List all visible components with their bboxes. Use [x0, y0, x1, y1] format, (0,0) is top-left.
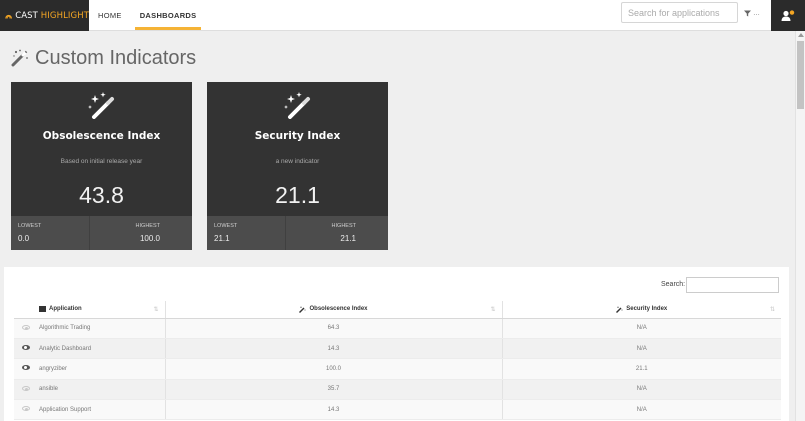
highest-value: 21.1	[340, 234, 356, 243]
indicators-table-panel: Search: Application ⇅ Obsolescence Index	[4, 267, 789, 421]
eye-cell[interactable]	[14, 338, 37, 360]
table-header-row: Application ⇅ Obsolescence Index ⇅ Secur…	[14, 301, 781, 319]
indicators-table: Application ⇅ Obsolescence Index ⇅ Secur…	[14, 301, 781, 421]
table-row[interactable]: angryziber 100.0 21.1	[14, 358, 781, 380]
sort-alpha-icon[interactable]: ⇅	[153, 306, 158, 313]
table-search-input[interactable]	[687, 282, 778, 297]
card-lowest: LOWEST 0.0	[11, 216, 90, 250]
table-row[interactable]: Analytic Dashboard 14.3 N/A	[14, 338, 781, 360]
magic-wand-icon	[283, 92, 310, 119]
card-value: 21.1	[275, 182, 320, 208]
header-security[interactable]: Security Index ⇅	[502, 301, 781, 319]
top-bar: CAST HIGHLIGHT HOME DASHBOARDS …	[0, 0, 805, 31]
application-cell[interactable]: Application Support	[37, 399, 166, 421]
user-icon	[781, 9, 795, 21]
card-subtitle: a new indicator	[275, 158, 320, 165]
filter-icon	[744, 10, 751, 16]
security-cell: N/A	[502, 399, 781, 421]
brand-logo[interactable]: CAST HIGHLIGHT	[0, 0, 89, 31]
header-security-label: Security Index	[626, 306, 668, 313]
security-cell: N/A	[502, 338, 781, 360]
highest-label: HIGHEST	[135, 223, 160, 229]
lowest-value: 21.1	[214, 234, 230, 243]
card-value: 43.8	[79, 182, 124, 208]
magic-wand-icon	[299, 306, 306, 313]
obsolescence-cell: 14.3	[165, 399, 503, 421]
obsolescence-cell: 14.3	[165, 338, 503, 360]
cast-logo-icon	[5, 14, 12, 19]
obsolescence-cell: 100.0	[165, 358, 503, 380]
card-footer: LOWEST 0.0 HIGHEST 100.0	[11, 216, 192, 250]
card-highest: HIGHEST 21.1	[286, 216, 389, 250]
nav-dashboards[interactable]: DASHBOARDS	[131, 0, 206, 31]
sort-icon[interactable]: ⇅	[490, 306, 495, 313]
application-cell[interactable]: Algorithmic Trading	[37, 318, 166, 339]
security-cell: N/A	[502, 318, 781, 339]
page-title: Custom Indicators	[11, 44, 196, 72]
filter-label: …	[753, 9, 760, 17]
page-scrollbar[interactable]	[795, 31, 805, 421]
eye-icon[interactable]	[21, 345, 30, 351]
lowest-label: LOWEST	[214, 223, 238, 229]
obsolescence-cell: 64.3	[165, 318, 503, 339]
table-search-label: Search:	[661, 281, 686, 288]
application-search	[621, 2, 738, 23]
table-row[interactable]: Algorithmic Trading 64.3 N/A	[14, 318, 781, 339]
header-eye-col	[14, 301, 37, 319]
card-subtitle: Based on initial release year	[60, 158, 143, 165]
card-lowest: LOWEST 21.1	[207, 216, 286, 250]
eye-icon[interactable]	[21, 385, 30, 391]
scroll-thumb[interactable]	[797, 41, 804, 109]
security-cell: 21.1	[502, 358, 781, 380]
card-highest: HIGHEST 100.0	[90, 216, 193, 250]
page-title-text: Custom Indicators	[35, 46, 197, 69]
eye-cell[interactable]	[14, 379, 37, 401]
lowest-value: 0.0	[18, 234, 30, 243]
lowest-label: LOWEST	[18, 223, 42, 229]
user-menu-button[interactable]	[771, 0, 805, 31]
application-search-input[interactable]	[622, 3, 737, 23]
table-icon	[39, 306, 46, 313]
header-obsolescence[interactable]: Obsolescence Index ⇅	[165, 301, 503, 319]
sort-icon[interactable]: ⇅	[770, 306, 775, 313]
application-cell[interactable]: Analytic Dashboard	[37, 338, 166, 360]
table-row[interactable]: Application Support 14.3 N/A	[14, 399, 781, 421]
card-title: Obsolescence Index	[42, 130, 161, 142]
eye-icon[interactable]	[21, 406, 30, 412]
application-cell[interactable]: ansible	[37, 379, 166, 401]
eye-icon[interactable]	[21, 324, 30, 330]
main-nav: HOME DASHBOARDS	[89, 0, 205, 31]
eye-icon[interactable]	[21, 365, 30, 371]
table-search-box	[686, 277, 779, 297]
magic-wand-icon	[11, 49, 28, 67]
eye-cell[interactable]	[14, 358, 37, 380]
indicator-card-security[interactable]: Security Index a new indicator 21.1 LOWE…	[207, 82, 388, 250]
brand-name: CAST HIGHLIGHT	[15, 10, 89, 21]
card-title: Security Index	[254, 130, 341, 142]
header-obsolescence-label: Obsolescence Index	[309, 306, 368, 313]
scroll-up-arrow-icon[interactable]	[798, 33, 804, 37]
table-row[interactable]: ansible 35.7 N/A	[14, 379, 781, 401]
eye-cell[interactable]	[14, 399, 37, 421]
magic-wand-icon	[616, 306, 623, 313]
magic-wand-icon	[87, 92, 114, 119]
highest-label: HIGHEST	[331, 223, 356, 229]
obsolescence-cell: 35.7	[165, 379, 503, 401]
eye-cell[interactable]	[14, 318, 37, 339]
nav-home[interactable]: HOME	[89, 0, 131, 31]
header-application-label: Application	[49, 306, 82, 313]
header-application[interactable]: Application ⇅	[37, 301, 166, 319]
application-cell[interactable]: angryziber	[37, 358, 166, 380]
highest-value: 100.0	[139, 234, 160, 243]
indicator-card-obsolescence[interactable]: Obsolescence Index Based on initial rele…	[11, 82, 192, 250]
filter-button[interactable]: …	[744, 6, 768, 20]
card-footer: LOWEST 21.1 HIGHEST 21.1	[207, 216, 388, 250]
security-cell: N/A	[502, 379, 781, 401]
